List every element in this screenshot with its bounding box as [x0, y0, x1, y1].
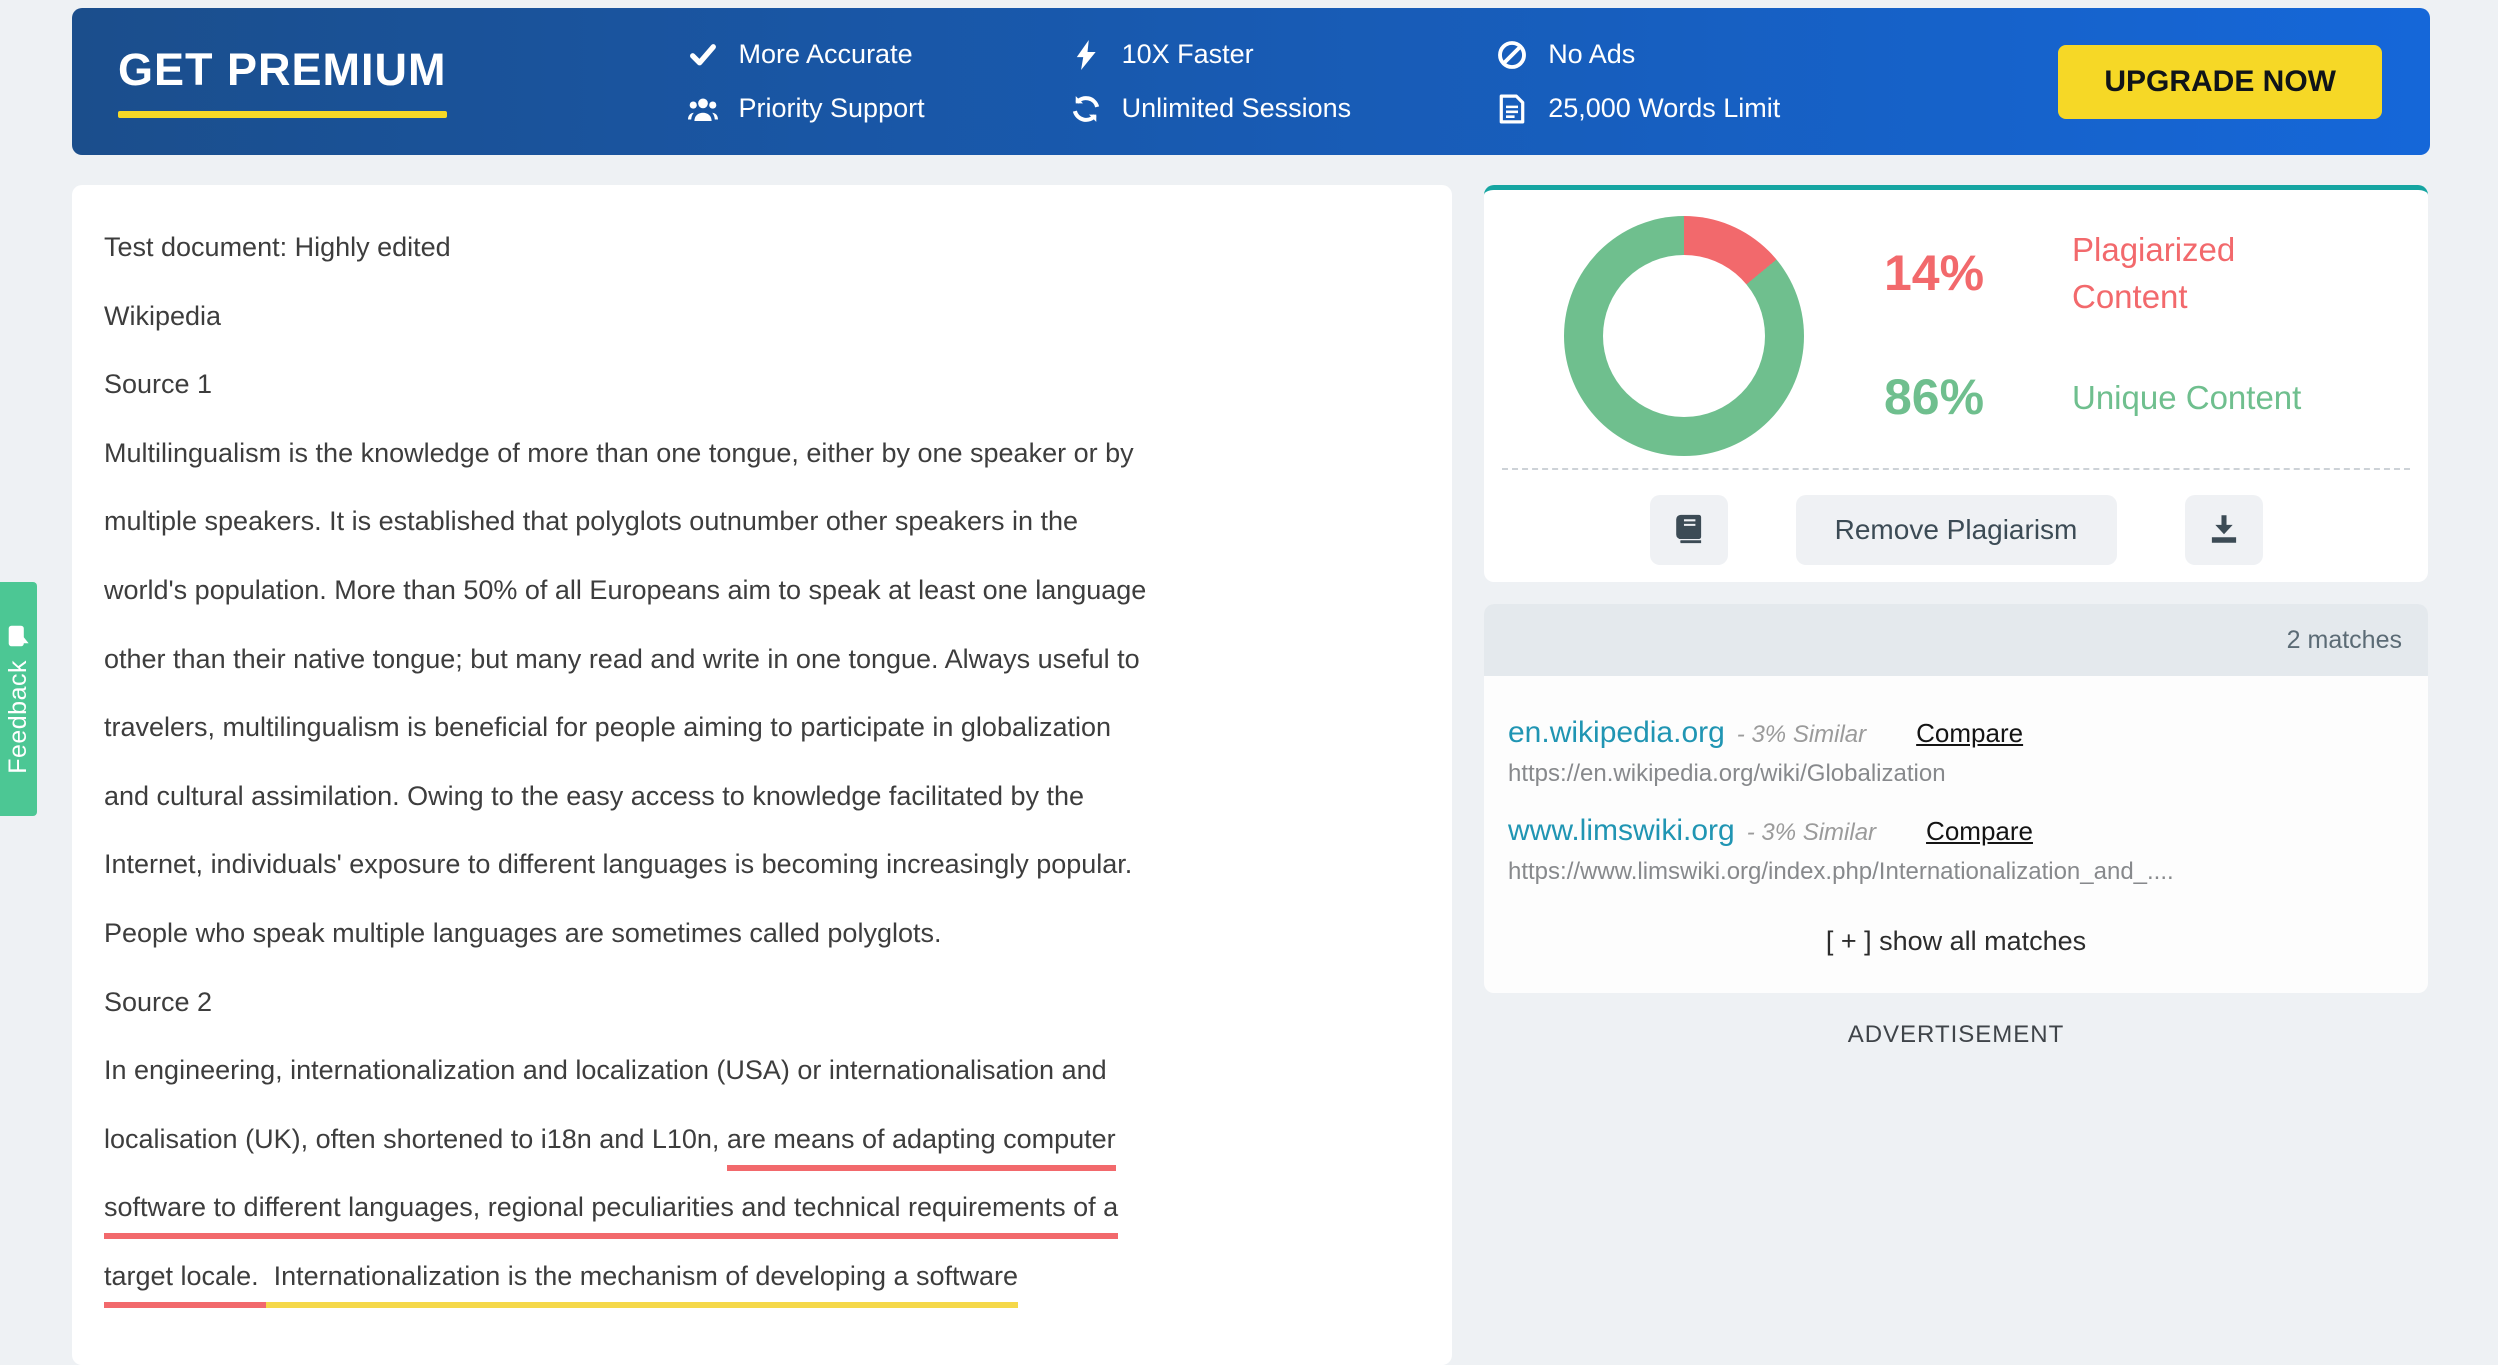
plain-text: world's population. More than 50% of all…: [104, 575, 1146, 605]
highlighted-text: software to different languages, regiona…: [104, 1192, 1118, 1239]
banner-feature: 25,000 Words Limit: [1496, 93, 1780, 125]
match-similarity: - 3% Similar: [1747, 819, 1876, 847]
plagiarized-percent: 14%: [1884, 244, 2024, 302]
chat-icon: [7, 624, 31, 648]
highlighted-text: are means of adapting computer: [727, 1124, 1116, 1171]
compare-link[interactable]: Compare: [1926, 816, 2033, 847]
refresh-icon: [1070, 93, 1102, 125]
feature-label: Priority Support: [739, 93, 925, 124]
plain-text: Multilingualism is the knowledge of more…: [104, 438, 1134, 468]
plain-text: localisation (UK), often shortened to i1…: [104, 1124, 727, 1154]
document-text: Test document: Highly edited Wikipedia Sou…: [104, 213, 1418, 1311]
banner-title-block: GET PREMIUM: [118, 45, 447, 118]
document-line: Test document: Highly edited: [104, 213, 1418, 282]
plain-text: other than their native tongue; but many…: [104, 644, 1140, 674]
match-url: https://en.wikipedia.org/wiki/Globalizat…: [1508, 760, 2402, 788]
match-domain-link[interactable]: www.limswiki.org: [1508, 814, 1735, 848]
match-item: en.wikipedia.org - 3% Similar Compare https…: [1508, 716, 2402, 788]
document-line: and cultural assimilation. Owing to the …: [104, 762, 1418, 831]
download-icon: [2208, 513, 2240, 548]
bolt-icon: [1070, 39, 1102, 71]
remove-plagiarism-button[interactable]: Remove Plagiarism: [1796, 495, 2117, 565]
document-line: travelers, multilingualism is beneficial…: [104, 693, 1418, 762]
banner-feature: Priority Support: [687, 93, 925, 125]
match-item: www.limswiki.org - 3% Similar Compare https…: [1508, 814, 2402, 886]
compare-link[interactable]: Compare: [1916, 718, 2023, 749]
document-line: world's population. More than 50% of all…: [104, 556, 1418, 625]
document-line: Source 1: [104, 350, 1418, 419]
plain-text: Test document: Highly edited: [104, 232, 451, 262]
results-stats: 14% Plagiarized Content 86% Unique Conte…: [1884, 226, 2312, 426]
plain-text: Internet, individuals' exposure to diffe…: [104, 849, 1132, 879]
document-line: other than their native tongue; but many…: [104, 625, 1418, 694]
match-row: www.limswiki.org - 3% Similar Compare: [1508, 814, 2402, 848]
match-domain-link[interactable]: en.wikipedia.org: [1508, 716, 1725, 750]
document-line: People who speak multiple languages are …: [104, 899, 1418, 968]
document-line: Source 2: [104, 968, 1418, 1037]
plain-text: People who speak multiple languages are …: [104, 918, 941, 948]
feature-label: More Accurate: [739, 39, 913, 70]
document-line: Internet, individuals' exposure to diffe…: [104, 830, 1418, 899]
dashed-divider: [1502, 468, 2410, 470]
right-column: 14% Plagiarized Content 86% Unique Conte…: [1484, 185, 2428, 1049]
results-panel: 14% Plagiarized Content 86% Unique Conte…: [1484, 185, 2428, 582]
matches-count: 2 matches: [2287, 626, 2402, 655]
document-line: Wikipedia: [104, 282, 1418, 351]
premium-banner: GET PREMIUM More Accurate Priority Suppor…: [72, 8, 2430, 155]
highlighted-text: Internationalization is the mechanism of…: [266, 1261, 1018, 1308]
results-actions: Remove Plagiarism: [1484, 495, 2428, 565]
unique-percent: 86%: [1884, 368, 2024, 426]
feature-label: No Ads: [1548, 39, 1635, 70]
users-icon: [687, 93, 719, 125]
banner-feature: 10X Faster: [1070, 39, 1352, 71]
banner-features: More Accurate Priority Support 10X Faster U…: [687, 39, 1781, 125]
word-report-button[interactable]: [1650, 495, 1728, 565]
document-line: software to different languages, regiona…: [104, 1173, 1418, 1242]
document-icon: [1496, 93, 1528, 125]
matches-list: en.wikipedia.org - 3% Similar Compare https…: [1484, 676, 2428, 886]
banner-feature: Unlimited Sessions: [1070, 93, 1352, 125]
plain-text: and cultural assimilation. Owing to the …: [104, 781, 1084, 811]
plain-text: Source 2: [104, 987, 212, 1017]
feature-label: Unlimited Sessions: [1122, 93, 1352, 124]
show-all-matches-link[interactable]: [ + ] show all matches: [1484, 912, 2428, 993]
matches-panel: 2 matches en.wikipedia.org - 3% Similar Co…: [1484, 604, 2428, 993]
advertisement-label: ADVERTISEMENT: [1484, 1021, 2428, 1049]
plagiarized-label: Plagiarized Content: [2072, 226, 2312, 320]
unique-label: Unique Content: [2072, 374, 2312, 421]
match-row: en.wikipedia.org - 3% Similar Compare: [1508, 716, 2402, 750]
upgrade-now-button[interactable]: UPGRADE NOW: [2058, 45, 2382, 119]
download-report-button[interactable]: [2185, 495, 2263, 565]
document-line: multiple speakers. It is established tha…: [104, 487, 1418, 556]
banner-title-underline: [118, 111, 447, 118]
feature-label: 10X Faster: [1122, 39, 1254, 70]
plain-text: Source 1: [104, 369, 212, 399]
matches-header: 2 matches: [1484, 604, 2428, 676]
feedback-label: Feedback: [4, 660, 33, 774]
banner-feature: No Ads: [1496, 39, 1780, 71]
document-line: Multilingualism is the knowledge of more…: [104, 419, 1418, 488]
check-icon: [687, 39, 719, 71]
document-line: localisation (UK), often shortened to i1…: [104, 1105, 1418, 1174]
plain-text: Wikipedia: [104, 301, 221, 331]
feedback-tab[interactable]: Feedback: [0, 582, 37, 816]
plagiarism-donut-chart: [1564, 216, 1804, 456]
document-panel: Test document: Highly edited Wikipedia Sou…: [72, 185, 1452, 1365]
plain-text: travelers, multilingualism is beneficial…: [104, 712, 1111, 742]
no-ads-icon: [1496, 39, 1528, 71]
plain-text: multiple speakers. It is established tha…: [104, 506, 1078, 536]
feature-label: 25,000 Words Limit: [1548, 93, 1780, 124]
plain-text: In engineering, internationalization and…: [104, 1055, 1107, 1085]
banner-feature: More Accurate: [687, 39, 925, 71]
banner-title: GET PREMIUM: [118, 45, 447, 95]
highlighted-text: target locale.: [104, 1261, 266, 1308]
match-url: https://www.limswiki.org/index.php/Inter…: [1508, 858, 2402, 886]
document-line: In engineering, internationalization and…: [104, 1036, 1418, 1105]
match-similarity: - 3% Similar: [1737, 721, 1866, 749]
book-icon: [1673, 513, 1705, 548]
document-line: target locale. Internationalization is t…: [104, 1242, 1418, 1311]
